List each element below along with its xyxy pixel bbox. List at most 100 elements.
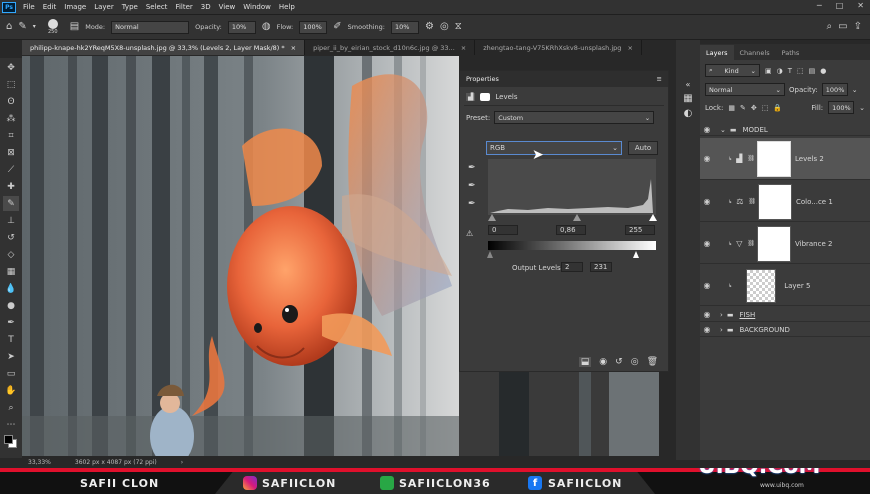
layer-color-balance-1[interactable]: ◉ ↳ ⚖ ⛓ Colo...ce 1	[700, 182, 870, 222]
blur-tool-icon[interactable]: 💧	[3, 281, 19, 296]
layer-group-model[interactable]: ◉ ⌄ ▬ MODEL	[700, 124, 870, 136]
brush-tool-icon[interactable]: ✎	[3, 196, 19, 211]
chevron-down-icon[interactable]: ⌄	[852, 86, 858, 94]
input-sliders[interactable]	[486, 213, 658, 221]
output-black-field[interactable]: 2	[561, 262, 583, 272]
tab-document-1[interactable]: philipp-knape-hk2YReqM5X8-unsplash.jpg @…	[22, 40, 306, 55]
input-gamma-field[interactable]: 0,86	[556, 225, 586, 235]
clipping-warning-icon[interactable]: ⚠	[466, 229, 473, 238]
quick-select-tool-icon[interactable]: ⁂	[3, 111, 19, 126]
filter-kind-select[interactable]: ⌕ Kind ⌄	[705, 64, 760, 77]
chevron-down-icon[interactable]: ⌄	[720, 126, 726, 134]
link-icon[interactable]: ⛓	[748, 198, 756, 205]
airbrush-icon[interactable]: ✐	[333, 22, 341, 32]
layer-group-fish[interactable]: ◉ › ▬ FISH	[700, 308, 870, 322]
panel-menu-icon[interactable]: ≡	[657, 75, 662, 83]
minimize-icon[interactable]: ─	[817, 1, 822, 10]
visibility-eye-icon[interactable]: ◉	[700, 197, 714, 206]
visibility-eye-icon[interactable]: ◉	[700, 125, 714, 134]
history-panel-icon[interactable]: ▦	[683, 93, 692, 104]
levels-icon[interactable]: ▟	[466, 93, 476, 101]
filter-toggle-icon[interactable]: ●	[820, 67, 826, 75]
collapse-panels-icon[interactable]: «	[686, 80, 691, 89]
layer-vibrance-2[interactable]: ◉ ↳ ▽ ⛓ Vibrance 2	[700, 224, 870, 264]
menu-window[interactable]: Window	[239, 3, 275, 11]
view-previous-icon[interactable]: ◉	[599, 357, 607, 367]
foreground-color-swatch[interactable]	[4, 435, 13, 444]
blend-mode-select[interactable]: Normal ⌄	[705, 83, 785, 96]
zoom-tool-icon[interactable]: ⌕	[3, 400, 19, 415]
clone-stamp-tool-icon[interactable]: ⊥	[3, 213, 19, 228]
filter-smart-object-icon[interactable]: ▤	[809, 67, 816, 75]
mode-select[interactable]: Normal	[111, 20, 190, 34]
input-black-field[interactable]: 0	[488, 225, 518, 235]
more-tools-icon[interactable]: ⋯	[3, 417, 19, 432]
color-swatches[interactable]	[3, 434, 19, 450]
visibility-eye-icon[interactable]: ◉	[700, 239, 714, 248]
menu-file[interactable]: File	[19, 3, 39, 11]
hand-tool-icon[interactable]: ✋	[3, 383, 19, 398]
filter-shape-icon[interactable]: ⬚	[797, 67, 804, 75]
visibility-eye-icon[interactable]: ◉	[700, 310, 714, 319]
tab-paths[interactable]: Paths	[776, 49, 806, 60]
menu-image[interactable]: Image	[60, 3, 90, 11]
lasso-tool-icon[interactable]: ʘ	[3, 94, 19, 109]
channel-select[interactable]: RGB ⌄	[486, 141, 622, 155]
layer-mask-thumbnail[interactable]	[758, 183, 792, 220]
chevron-right-icon[interactable]: ›	[181, 459, 183, 466]
symmetry-icon[interactable]: ⧖	[455, 22, 462, 32]
lock-position-icon[interactable]: ✥	[751, 104, 757, 112]
layer-mask-thumbnail[interactable]	[756, 140, 791, 177]
layer-mask-icon[interactable]	[480, 93, 491, 101]
tab-document-2[interactable]: piper_ii_by_eirian_stock_d10n6c.jpg @ 33…	[305, 40, 476, 55]
visibility-eye-icon[interactable]: ◉	[700, 154, 714, 163]
layer-5[interactable]: ◉ ↳ Layer 5	[700, 266, 870, 306]
adjustments-panel-icon[interactable]: ◐	[684, 108, 693, 119]
chevron-down-icon[interactable]: ⌄	[859, 104, 865, 112]
rectangle-tool-icon[interactable]: ▭	[3, 366, 19, 381]
visibility-eye-icon[interactable]: ◎	[631, 357, 639, 367]
maximize-icon[interactable]: □	[836, 1, 844, 10]
chevron-right-icon[interactable]: ›	[720, 326, 723, 334]
link-icon[interactable]: ⛓	[747, 240, 755, 247]
menu-filter[interactable]: Filter	[171, 3, 196, 11]
tab-channels[interactable]: Channels	[734, 49, 776, 60]
dropdown-chevron-icon[interactable]: ▾	[33, 24, 36, 30]
menu-edit[interactable]: Edit	[39, 3, 61, 11]
marquee-tool-icon[interactable]: ⬚	[3, 77, 19, 92]
preset-select[interactable]: Custom ⌄	[494, 111, 655, 124]
eyedropper-tool-icon[interactable]: ⟋	[3, 162, 19, 177]
smoothing-field[interactable]: 10%	[390, 20, 419, 34]
menu-select[interactable]: Select	[142, 3, 172, 11]
close-icon[interactable]: ×	[627, 44, 632, 52]
lock-all-icon[interactable]: 🔒	[773, 104, 782, 112]
output-white-field[interactable]: 231	[590, 262, 612, 272]
pen-tool-icon[interactable]: ✒	[3, 315, 19, 330]
close-icon[interactable]: ×	[461, 44, 466, 52]
dodge-tool-icon[interactable]: ●	[3, 298, 19, 313]
layer-opacity-field[interactable]: 100%	[821, 83, 848, 96]
link-icon[interactable]: ⛓	[747, 155, 755, 162]
gray-point-eyedropper-icon[interactable]: ✒	[468, 181, 476, 191]
tab-document-3[interactable]: zhengtao-tang-V75KRhXskv8-unsplash.jpg ×	[475, 40, 642, 55]
tab-layers[interactable]: Layers	[700, 45, 734, 60]
pressure-opacity-icon[interactable]: ◍	[262, 22, 271, 32]
canvas-visible-area-right[interactable]	[459, 372, 659, 456]
visibility-eye-icon[interactable]: ◉	[700, 325, 714, 334]
flow-field[interactable]: 100%	[299, 20, 328, 34]
share-icon[interactable]: ⇪	[854, 22, 862, 32]
zoom-level[interactable]: 33,33%	[28, 459, 51, 466]
frame-tool-icon[interactable]: ⊠	[3, 145, 19, 160]
filter-adjustment-icon[interactable]: ◑	[777, 67, 783, 75]
lock-pixels-icon[interactable]: ✎	[740, 104, 746, 112]
home-icon[interactable]: ⌂	[6, 22, 12, 32]
auto-button[interactable]: Auto	[628, 141, 658, 155]
layer-group-background[interactable]: ◉ › ▬ BACKGROUND	[700, 323, 870, 337]
fill-field[interactable]: 100%	[828, 101, 855, 114]
reset-icon[interactable]: ↺	[615, 357, 623, 367]
lock-transparent-icon[interactable]: ▦	[728, 104, 735, 112]
search-icon[interactable]: ⌕	[827, 22, 833, 32]
history-brush-tool-icon[interactable]: ↺	[3, 230, 19, 245]
close-icon[interactable]: ×	[291, 44, 296, 52]
crop-tool-icon[interactable]: ⌗	[3, 128, 19, 143]
